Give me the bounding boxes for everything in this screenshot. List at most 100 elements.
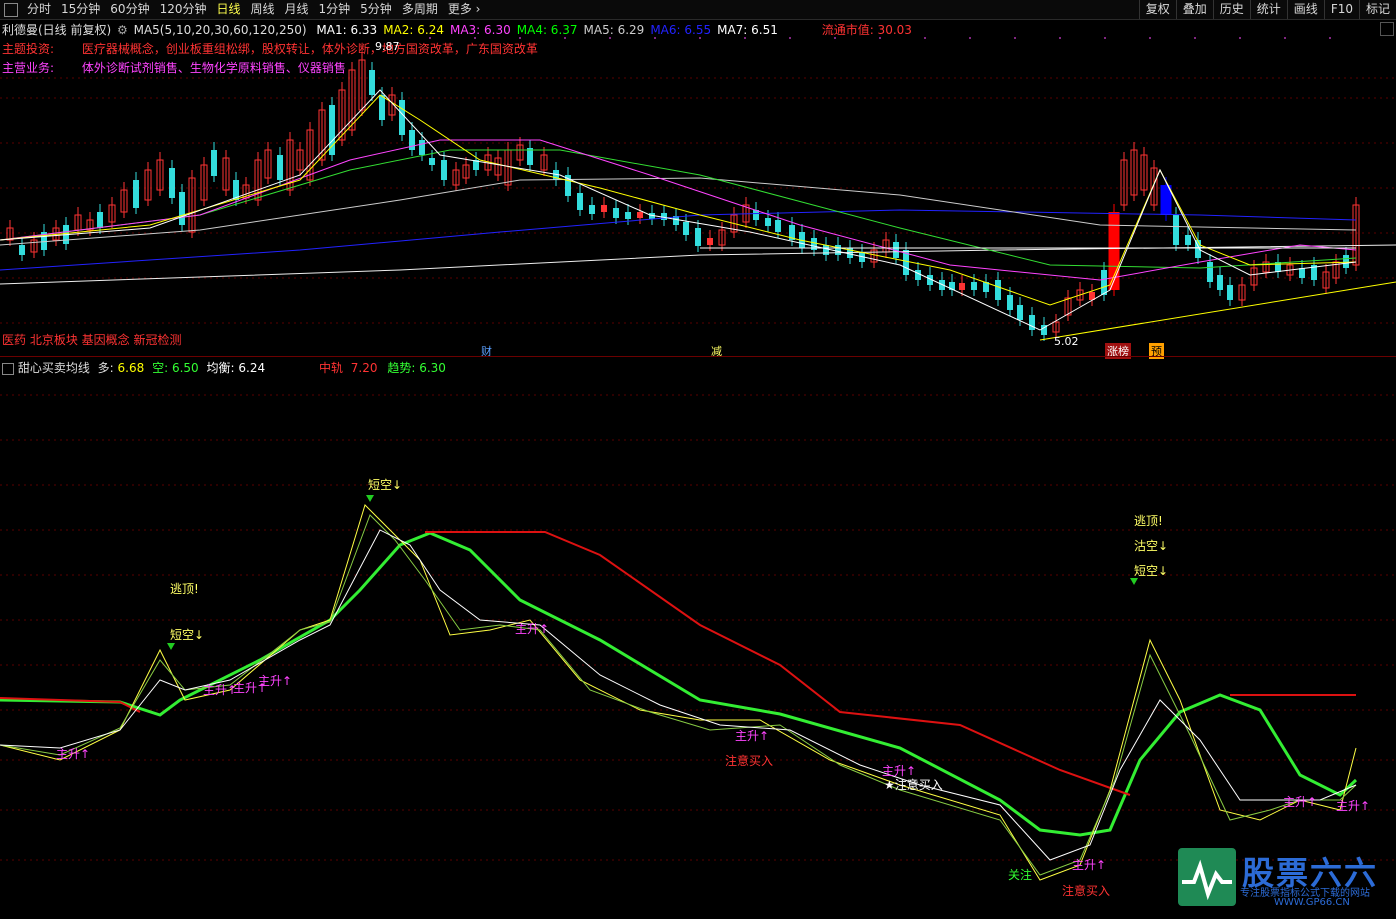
signal-annotation: 主升↑ [1283,795,1318,809]
ma-value-5: MA5: 6.29 [583,23,645,37]
site-logo: 股票六六 专注股票指标公式下载的网站 WWW.GP66.CN [1178,848,1388,912]
candle-body [169,168,175,198]
dot-marker [1329,37,1331,39]
theme-row: 主题投资: 医疗器械概念，创业板重组松绑，股权转让，体外诊断，地方国资改革，广东… [2,40,538,57]
candle-body [1217,275,1223,290]
candle-body [211,150,217,176]
candle-body [19,245,25,255]
balance-label: 均衡: [206,361,235,375]
candle-body [1101,270,1107,295]
low-price-label: 5.02 [1054,335,1079,348]
ma-value-1: MA1: 6.33 [316,23,378,37]
signal-annotation: 注意买入 [1062,884,1111,898]
logo-url: WWW.GP66.CN [1274,897,1350,908]
candle-body [97,212,103,228]
theme-label: 主题投资: [2,42,55,56]
dot-marker [1059,37,1061,39]
candle-body [613,208,619,218]
signal-annotation: 沽空↓ [1134,539,1169,553]
candle-body [823,245,829,255]
long-label: 多: [97,361,114,375]
candle-body [683,222,689,235]
short-label: 空: [152,361,169,375]
concept-tags: 医药 北京板块 基因概念 新冠检测 [2,333,182,347]
candle-body [589,205,595,214]
indicator-info-row: 甜心买卖均线 多: 6.68 空: 6.50 均衡: 6.24 中轨 7.20 … [2,359,446,376]
dot-marker [1284,37,1286,39]
ma-value-6: MA6: 6.55 [650,23,712,37]
signal-annotation: 主升↑ [1336,799,1371,813]
signal-annotation: 注意买入 [725,754,774,768]
candle-body [1017,305,1023,320]
candle-body [179,192,185,225]
theme-text: 医疗器械概念，创业板重组松绑，股权转让，体外诊断，地方国资改革，广东国资改革 [81,42,538,56]
dot-marker [969,37,971,39]
candle-body [971,282,977,290]
ma-values: MA1: 6.33 MA2: 6.24 MA3: 6.30 MA4: 6.37 MA5:… [310,23,777,37]
down-arrow-icon [167,643,175,650]
candle-body [379,95,385,120]
candle-body [625,212,631,219]
candle-body [277,155,283,180]
ma-value-7: MA7: 6.51 [717,23,778,37]
candle-body [637,212,643,218]
indicator-name: 甜心买卖均线 [17,361,90,375]
signal-annotation: 短空↓ [368,478,403,492]
kline-chart[interactable] [0,0,1396,919]
long-value: 6.68 [117,361,145,375]
mid-label: 中轨 [318,361,343,375]
dot-marker [924,37,926,39]
mid-line-red-2 [425,531,1131,796]
signal-annotation: 主升↑ [203,683,238,697]
candle-body [661,213,667,220]
trend-label: 趋势: [387,361,416,375]
trend-value: 6.30 [419,361,446,375]
settings-gear-icon[interactable]: ⚙ [117,23,128,37]
dot-marker [1014,37,1016,39]
signal-annotation: 逃顶! [1134,514,1163,528]
signal-annotation: 主升↑ [735,729,770,743]
candle-body [577,193,583,210]
candle-body [1299,268,1305,278]
down-arrow-icon [366,495,374,502]
ma-value-4: MA4: 6.37 [516,23,578,37]
panel-separator [0,356,1396,357]
down-arrow-icon [1130,578,1138,585]
candle-body [915,270,921,280]
candle-body [1227,285,1233,300]
candle-body [329,105,335,155]
signal-annotation: 主升↑ [258,674,293,688]
main-info-row: 利德曼(日线 前复权) ⚙ MA5(5,10,20,30,60,120,250)… [2,21,912,38]
candle-body [959,283,965,290]
ma-value-3: MA3: 6.30 [449,23,511,37]
float-cap: 流通市值: 30.03 [821,23,912,37]
dot-marker [1239,37,1241,39]
candle-body [441,160,447,180]
ma3-line [0,139,1357,281]
candle-body [1007,295,1013,310]
indicator-menu-icon[interactable] [2,362,14,375]
ma-params: MA5(5,10,20,30,60,120,250) [133,23,307,37]
candle-body [1185,235,1191,245]
candle-body [527,148,533,165]
ma1-line [0,89,1357,331]
ma-value-2: MA2: 6.24 [383,23,444,37]
dot-marker [1104,37,1106,39]
candle-body [835,245,841,255]
signal-annotation: 主升↑ [515,622,550,636]
candle-body [133,180,139,208]
signal-annotation: ★注意买入 [884,778,943,792]
candle-body [419,140,425,155]
candle-body [1173,215,1179,245]
candle-body [707,238,713,245]
dot-marker [1149,37,1151,39]
stock-title: 利德曼(日线 前复权) [2,23,112,37]
candle-body [1207,262,1213,282]
candle-body [369,70,375,95]
dot-marker [1194,37,1196,39]
business-label: 主营业务: [2,61,55,75]
candle-body [995,280,1001,300]
collapse-icon[interactable] [1380,22,1394,36]
balance-value: 6.24 [238,361,266,375]
signal-annotation: 主升↑ [1072,858,1107,872]
